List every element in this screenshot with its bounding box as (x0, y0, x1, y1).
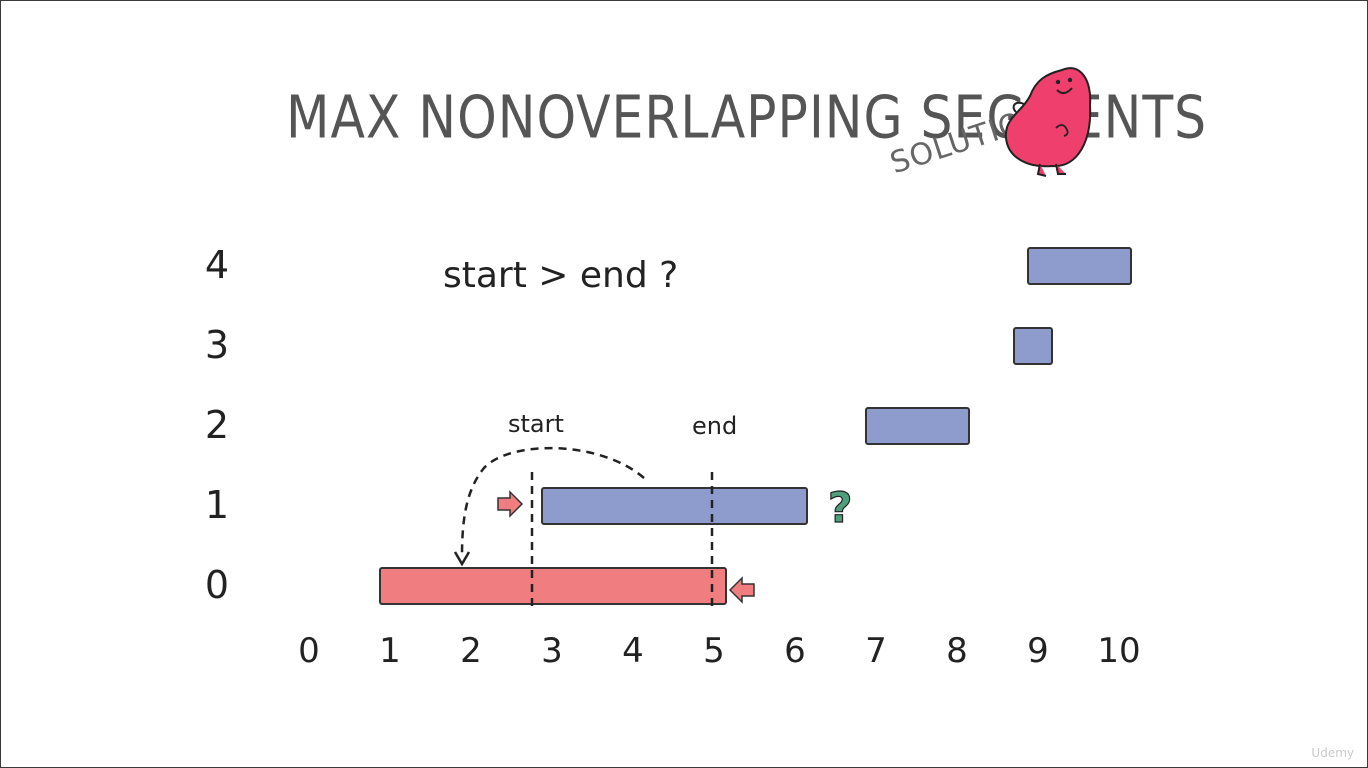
x-tick-label: 1 (379, 631, 401, 671)
y-tick-label: 3 (205, 323, 229, 367)
x-tick-label: 5 (703, 631, 725, 671)
y-tick-label: 1 (205, 483, 229, 527)
segments-diagram: start > end ? 0 1 2 3 4 0 1 2 3 4 5 6 7 8 9 10 start e… (205, 67, 1141, 671)
x-tick-label: 0 (298, 631, 320, 671)
question-text: start > end ? (443, 255, 678, 296)
x-tick-label: 8 (946, 631, 968, 671)
segment-4-bar (1027, 247, 1132, 285)
right-pointer-arrow-icon (497, 490, 524, 518)
question-mark: ? (828, 483, 852, 532)
segment-1-bar (541, 487, 808, 525)
mascot-icon (1004, 67, 1092, 177)
start-label: start (508, 410, 564, 438)
x-tick-label: 4 (622, 631, 644, 671)
curved-arrow-head-icon (453, 551, 471, 567)
x-tick-label: 7 (865, 631, 887, 671)
y-tick-label: 2 (205, 403, 229, 447)
x-tick-label: 2 (460, 631, 482, 671)
x-axis-labels: 0 1 2 3 4 5 6 7 8 9 10 (298, 631, 1140, 671)
end-label: end (692, 412, 737, 440)
left-pointer-arrow-icon (728, 576, 755, 604)
y-axis-labels: 0 1 2 3 4 (205, 243, 229, 607)
udemy-watermark: Udemy (1311, 746, 1354, 760)
y-tick-label: 4 (205, 243, 229, 287)
segments-group (379, 247, 1132, 605)
segment-3-bar (1013, 327, 1053, 365)
x-tick-label: 6 (784, 631, 806, 671)
x-tick-label: 9 (1027, 631, 1049, 671)
segment-2-bar (865, 407, 970, 445)
segment-0-bar (379, 567, 727, 605)
y-tick-label: 0 (205, 563, 229, 607)
x-tick-label: 10 (1097, 631, 1140, 671)
x-tick-label: 3 (541, 631, 563, 671)
